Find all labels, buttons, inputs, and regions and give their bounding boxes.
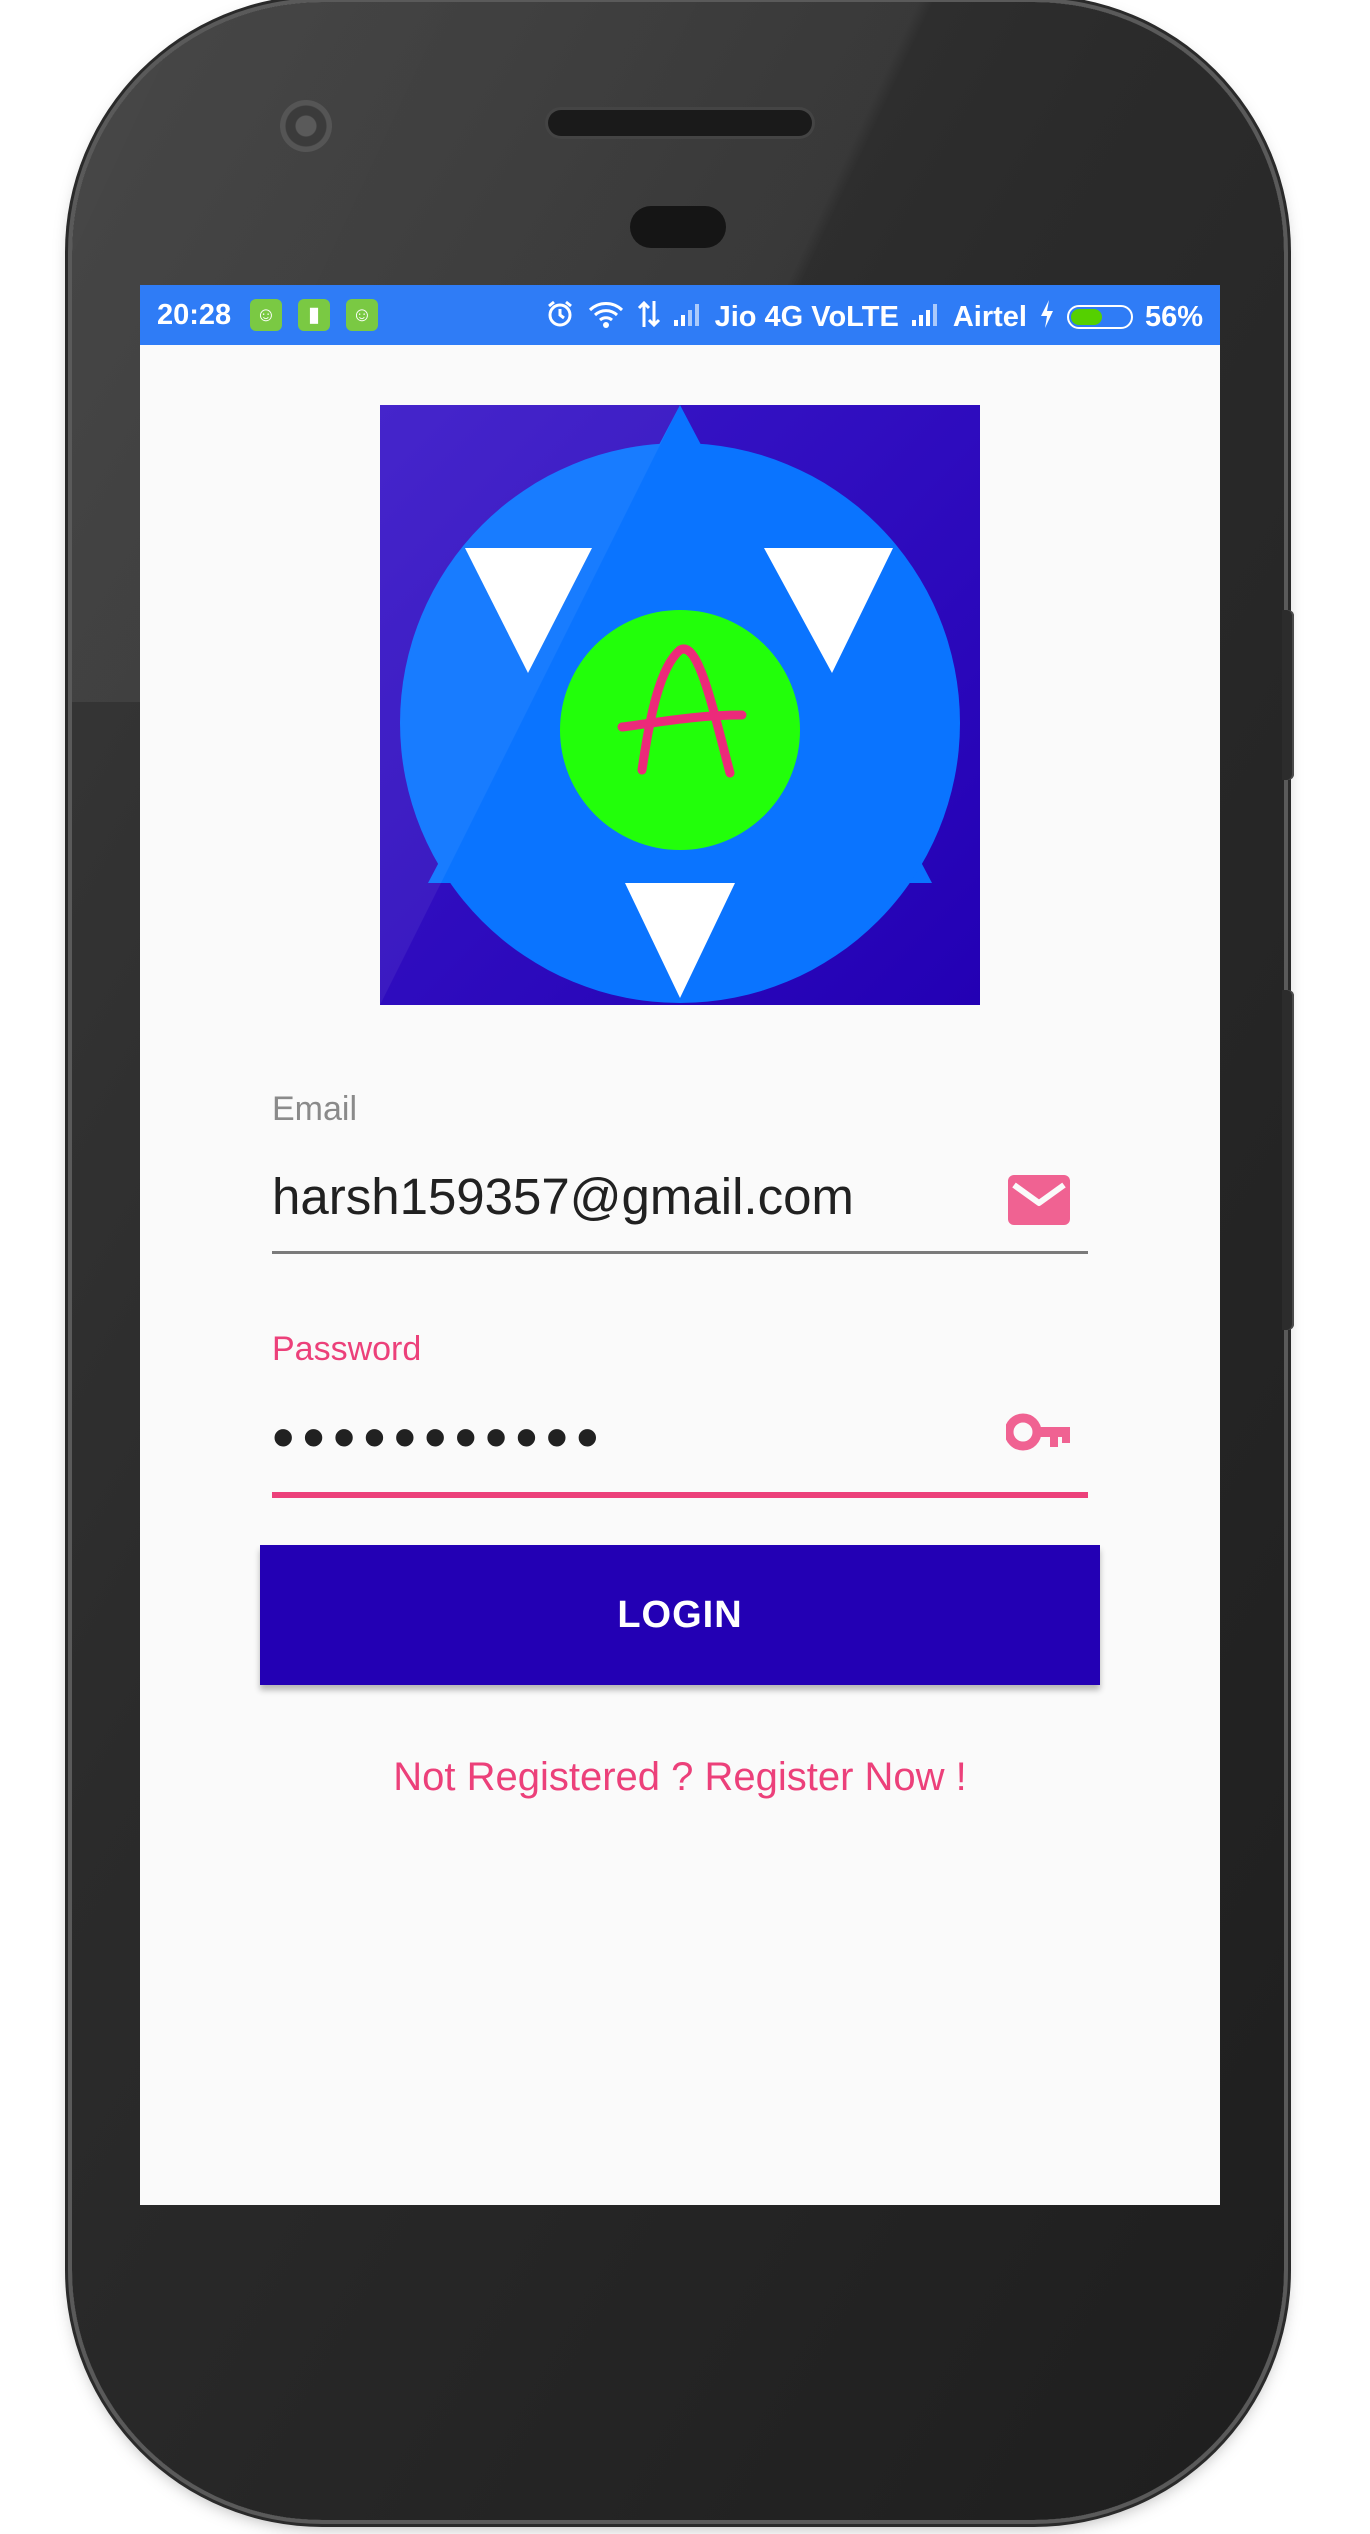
register-link[interactable]: Not Registered ? Register Now ! (140, 1755, 1220, 1800)
signal-icon (911, 301, 941, 333)
email-input[interactable] (272, 1167, 952, 1226)
notification-cat-icon: ☺ (250, 299, 282, 331)
earpiece-speaker (548, 110, 812, 136)
data-transfer-icon (637, 299, 661, 335)
front-camera (280, 100, 332, 152)
notification-cat-icon: ☺ (346, 299, 378, 331)
carrier-1-label: Jio 4G VoLTE (714, 300, 899, 333)
power-button (1282, 990, 1294, 1330)
charging-icon (1039, 299, 1055, 335)
email-underline (272, 1251, 1088, 1254)
proximity-sensor (630, 206, 726, 248)
carrier-2-label: Airtel (952, 300, 1027, 333)
app-screen: 20:28 ☺ ▮ ☺ Jio 4G VoLTE Airtel 56% Emai… (140, 285, 1220, 2205)
login-button[interactable]: LOGIN (260, 1545, 1100, 1685)
device-frame: 20:28 ☺ ▮ ☺ Jio 4G VoLTE Airtel 56% Emai… (0, 0, 1370, 2534)
status-time: 20:28 (157, 299, 232, 331)
email-label: Email (272, 1090, 358, 1128)
battery-icon (1066, 305, 1133, 329)
battery-level-fill (1070, 309, 1102, 325)
mail-icon (1008, 1175, 1070, 1225)
key-icon (1006, 1413, 1070, 1451)
password-underline (272, 1492, 1088, 1498)
password-label: Password (272, 1330, 422, 1368)
wifi-icon (587, 299, 625, 335)
volume-button (1282, 610, 1294, 780)
alarm-icon (545, 299, 575, 335)
battery-percent: 56% (1144, 300, 1203, 333)
app-logo (380, 405, 980, 1005)
status-icons-group: Jio 4G VoLTE Airtel 56% (545, 299, 1203, 335)
signal-icon (673, 301, 703, 333)
notification-battery-icon: ▮ (298, 299, 330, 331)
password-input[interactable] (272, 1397, 952, 1477)
status-bar: 20:28 ☺ ▮ ☺ Jio 4G VoLTE Airtel 56% (140, 285, 1220, 345)
